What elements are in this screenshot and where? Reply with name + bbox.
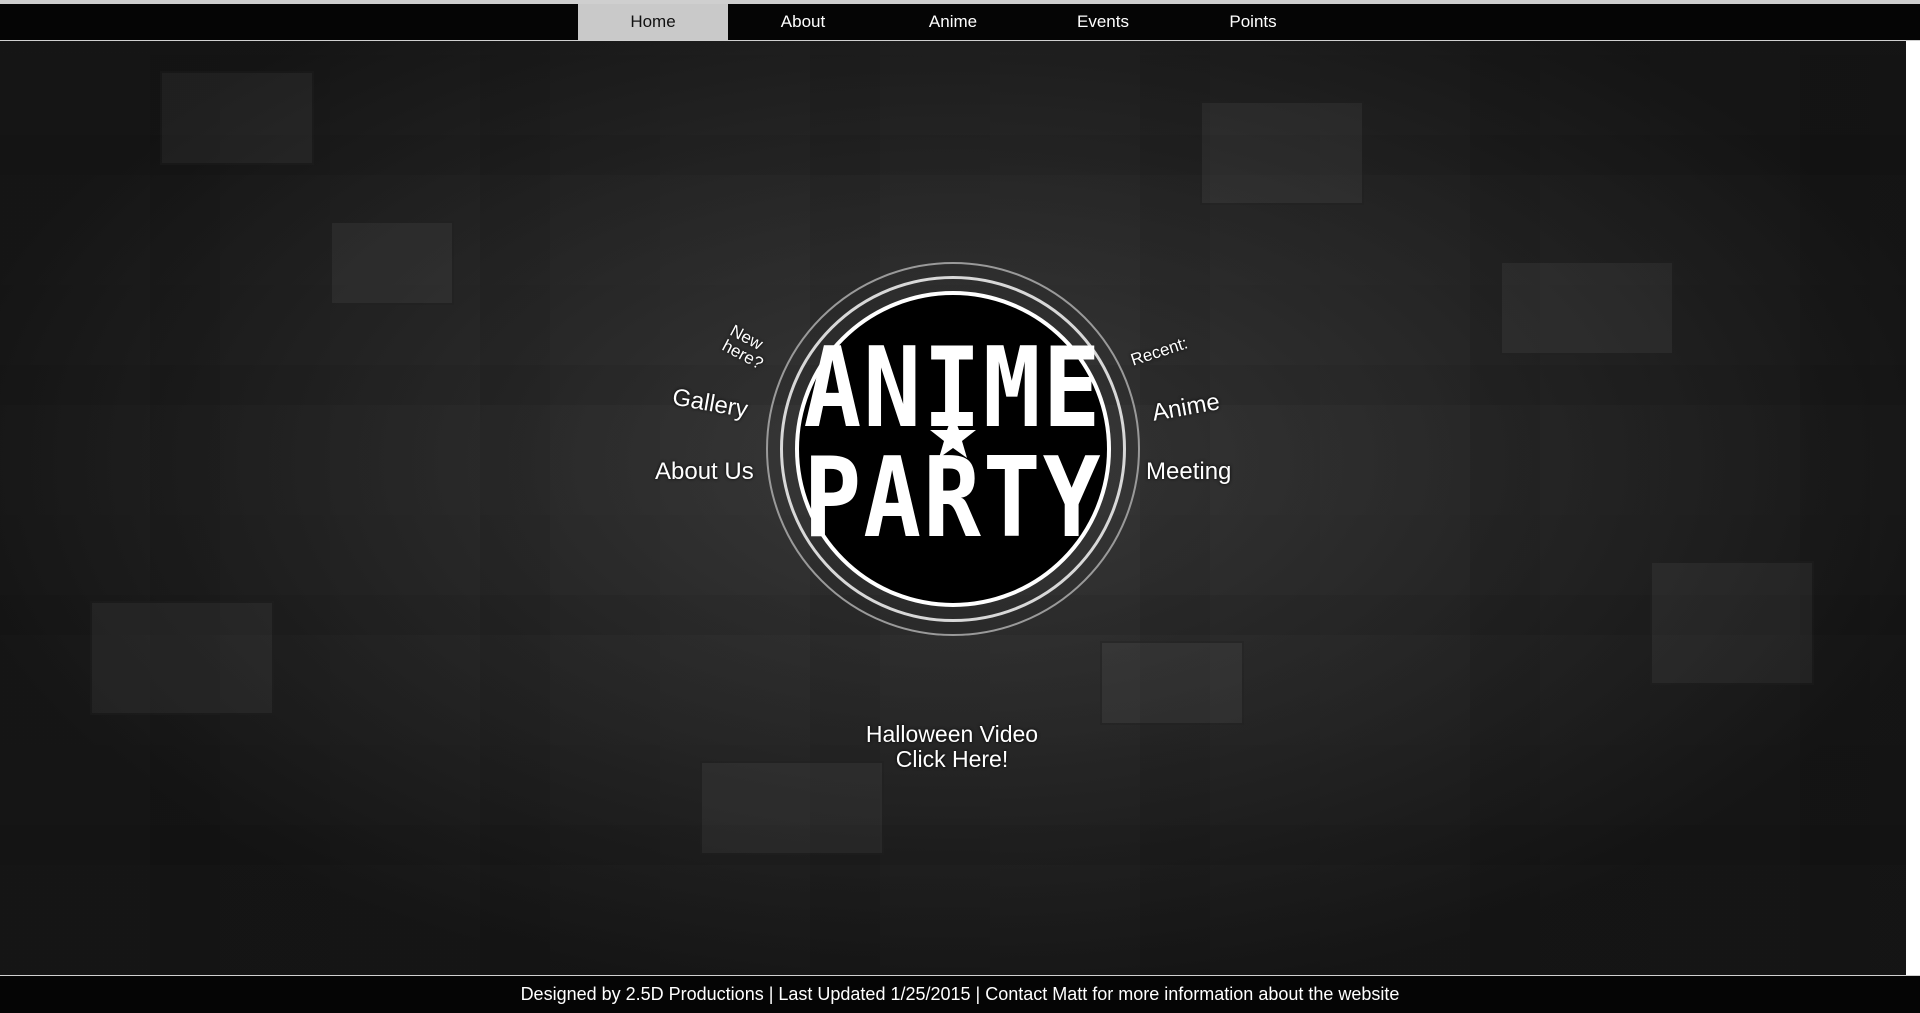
halloween-video-link[interactable]: Halloween Video Click Here! (840, 722, 1064, 772)
video-link-line2: Click Here! (895, 746, 1009, 772)
collage-tile (90, 601, 274, 715)
nav-item-home[interactable]: Home (578, 4, 728, 40)
nav-menu: Home About Anime Events Points (578, 4, 1328, 40)
about-us-link[interactable]: About Us (655, 458, 754, 486)
collage-tile (1200, 101, 1364, 205)
footer: Designed by 2.5D Productions | Last Upda… (0, 975, 1920, 1013)
collage-tile (1650, 561, 1814, 685)
nav-item-anime[interactable]: Anime (878, 4, 1028, 40)
collage-tile (1500, 261, 1674, 355)
nav-item-points[interactable]: Points (1178, 4, 1328, 40)
collage-tile (1100, 641, 1244, 725)
video-link-line1: Halloween Video (865, 721, 1039, 747)
footer-text: Designed by 2.5D Productions | Last Upda… (520, 984, 1400, 1004)
nav-item-events[interactable]: Events (1028, 4, 1178, 40)
logo-title-line2: PARTY (803, 433, 1103, 563)
collage-tile (160, 71, 314, 165)
collage-tile (700, 761, 884, 855)
recent-meeting-link[interactable]: Meeting (1146, 458, 1231, 486)
scroll-edge (1906, 41, 1920, 975)
top-navigation: Home About Anime Events Points (0, 4, 1920, 41)
nav-item-about[interactable]: About (728, 4, 878, 40)
collage-tile (330, 221, 454, 305)
